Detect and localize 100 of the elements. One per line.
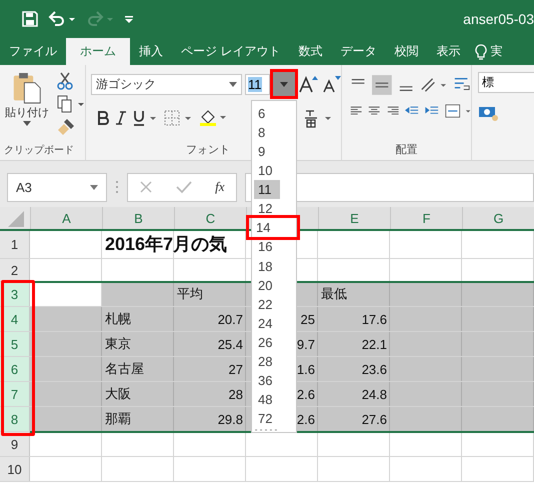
- bold-icon[interactable]: [97, 111, 109, 125]
- clipboard-icon: [12, 72, 42, 104]
- align-middle-icon[interactable]: [372, 74, 392, 96]
- row-header[interactable]: 7: [0, 382, 30, 406]
- table-cell: 23.6: [318, 357, 390, 381]
- row-header[interactable]: 1: [0, 231, 30, 258]
- font-size-option[interactable]: 20: [254, 276, 294, 295]
- table-cell: 那覇: [102, 407, 174, 431]
- table-cell: 平均: [174, 282, 246, 306]
- table-cell: [390, 282, 462, 306]
- customize-icon[interactable]: [124, 13, 134, 25]
- font-size-option[interactable]: 10: [254, 161, 294, 180]
- ribbon-tab[interactable]: ページ レイアウト: [172, 38, 290, 65]
- table-cell: [102, 282, 174, 306]
- italic-icon[interactable]: [116, 111, 126, 125]
- more-items-icon: [254, 428, 278, 432]
- ribbon-tab[interactable]: データ: [331, 38, 386, 65]
- caret-icon: [23, 121, 31, 126]
- column-header[interactable]: E: [318, 207, 390, 229]
- column-header[interactable]: A: [30, 207, 102, 229]
- column-header[interactable]: B: [102, 207, 174, 229]
- font-size-field[interactable]: 11: [245, 74, 270, 94]
- fill-color-icon[interactable]: [199, 109, 227, 127]
- grow-font-icon[interactable]: [298, 75, 318, 93]
- underline-icon[interactable]: [133, 110, 157, 126]
- check-icon[interactable]: [176, 180, 192, 194]
- save-icon[interactable]: [22, 11, 38, 27]
- window-title: anser05-03: [463, 11, 534, 27]
- phonetic-icon[interactable]: [303, 108, 333, 128]
- row-header[interactable]: 2: [0, 259, 30, 281]
- font-size-option[interactable]: 24: [254, 314, 294, 333]
- shrink-font-icon[interactable]: [321, 75, 341, 93]
- font-size-option[interactable]: 8: [254, 123, 294, 142]
- ribbon-tab[interactable]: 校閲: [385, 38, 428, 65]
- table-cell: [462, 307, 534, 331]
- ribbon-tab[interactable]: 挿入: [130, 38, 172, 65]
- group-label: クリップボード: [4, 144, 74, 157]
- font-size-option[interactable]: 26: [254, 332, 294, 352]
- font-size-option[interactable]: 9: [254, 142, 294, 162]
- brush-icon[interactable]: [57, 118, 75, 136]
- scissors-icon[interactable]: [57, 72, 73, 90]
- font-size-option[interactable]: 72: [254, 409, 294, 428]
- ribbon-tab[interactable]: ファイル: [0, 38, 66, 65]
- table-cell: 29.8: [174, 407, 246, 431]
- row-header[interactable]: 5: [0, 332, 30, 356]
- caret-icon: [229, 82, 237, 86]
- table-cell: 28: [174, 382, 246, 406]
- dropdown-button[interactable]: [273, 72, 295, 96]
- table-cell: 22.1: [318, 332, 390, 356]
- grip-icon: [115, 180, 119, 194]
- ribbon-tab[interactable]: ホーム: [66, 38, 130, 65]
- font-size-option[interactable]: 48: [254, 390, 294, 409]
- table-cell: 27: [174, 357, 246, 381]
- table-cell: [30, 332, 102, 356]
- column-header[interactable]: F: [390, 207, 462, 229]
- copy-icon[interactable]: [57, 95, 85, 113]
- row-header[interactable]: 8: [0, 407, 30, 431]
- lightbulb-icon[interactable]: [475, 44, 488, 60]
- tell-me-text[interactable]: 実: [490, 43, 502, 60]
- table-cell: 20.7: [174, 307, 246, 331]
- ribbon-tab[interactable]: 数式: [289, 38, 332, 65]
- number-format-field[interactable]: 標: [478, 72, 534, 93]
- table-cell: 名古屋: [102, 357, 174, 381]
- currency-icon[interactable]: [478, 105, 498, 121]
- row-header[interactable]: 6: [0, 357, 30, 381]
- orientation-icon[interactable]: [420, 76, 448, 94]
- table-cell: 25.4: [174, 332, 246, 356]
- paste-button[interactable]: 貼り付け: [5, 72, 49, 136]
- row-header[interactable]: 10: [0, 457, 30, 481]
- row-header[interactable]: 4: [0, 307, 30, 331]
- group-label: フォント: [186, 143, 230, 157]
- table-cell: 最低: [318, 282, 390, 306]
- insert-function-button[interactable]: fx: [215, 179, 225, 195]
- borders-icon[interactable]: [164, 110, 192, 126]
- table-cell: 17.6: [318, 307, 390, 331]
- table-cell: [390, 357, 462, 381]
- table-cell: [390, 332, 462, 356]
- font-size-option[interactable]: 12: [254, 199, 294, 218]
- table-cell: [30, 407, 102, 431]
- table-cell: [390, 307, 462, 331]
- table-cell: 27.6: [318, 407, 390, 431]
- ribbon-tab[interactable]: 表示: [427, 38, 470, 65]
- font-name-field[interactable]: 游ゴシック: [91, 74, 242, 94]
- name-box[interactable]: A3: [7, 172, 107, 202]
- font-size-option[interactable]: 18: [254, 256, 294, 276]
- sheet-title: 2016年7月の気: [105, 234, 228, 256]
- table-cell: [30, 382, 102, 406]
- table-cell: [390, 382, 462, 406]
- column-header[interactable]: G: [462, 207, 534, 229]
- table-cell: [462, 332, 534, 356]
- table-cell: 大阪: [102, 382, 174, 406]
- column-header[interactable]: C: [174, 207, 246, 229]
- font-size-option[interactable]: 14: [249, 218, 297, 238]
- caret-icon: [90, 184, 98, 190]
- font-size-option[interactable]: 11: [254, 180, 280, 200]
- font-size-option[interactable]: 6: [254, 104, 294, 124]
- table-cell: [462, 407, 534, 431]
- font-size-option[interactable]: 16: [254, 237, 294, 256]
- undo-icon[interactable]: [48, 11, 76, 27]
- merge-cells-icon[interactable]: [444, 102, 471, 120]
